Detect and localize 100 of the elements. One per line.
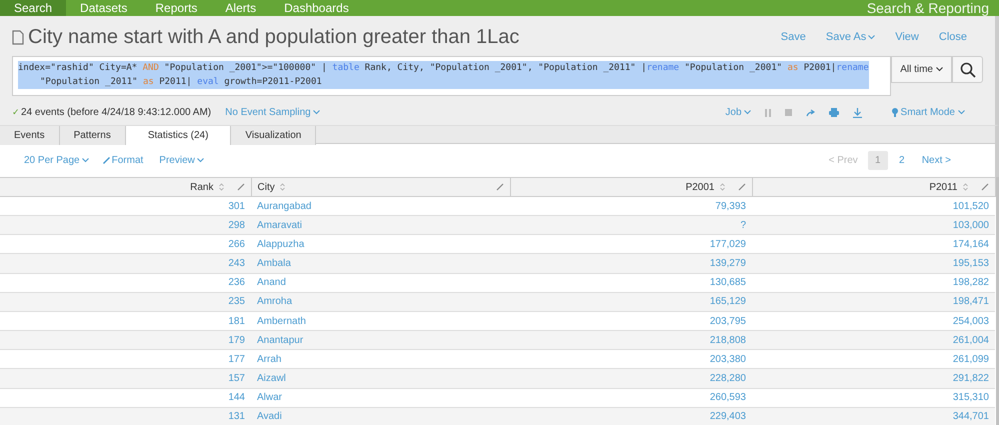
page-link[interactable]: 2 — [892, 151, 912, 170]
table-cell: ? — [510, 216, 752, 235]
format-button[interactable]: Format — [102, 153, 144, 168]
query-line: "Population _2011" as P2011| eval growth=P2011-P2001 — [39, 76, 323, 89]
result-tab[interactable]: Patterns — [60, 126, 126, 145]
pause-icon[interactable] — [764, 108, 771, 116]
caret-icon — [312, 110, 320, 115]
table-cell[interactable]: Amaravati — [251, 216, 510, 235]
table-cell: 198,282 — [752, 273, 995, 292]
table-cell: 177 — [0, 350, 251, 369]
event-summary: 24 events (before 4/24/18 9:43:12.000 AM) — [21, 106, 212, 120]
table-cell: 344,701 — [752, 407, 995, 425]
caret-icon — [196, 158, 204, 163]
page-link[interactable]: 1 — [868, 151, 888, 170]
table-cell: 261,004 — [752, 330, 995, 350]
nav-tab[interactable]: Search — [0, 0, 66, 16]
table-cell[interactable]: Aurangabad — [251, 196, 510, 216]
table-cell: 139,279 — [510, 254, 752, 274]
table-cell[interactable]: Anand — [251, 273, 510, 292]
table-cell[interactable]: Ambernath — [251, 311, 510, 331]
stop-icon[interactable] — [784, 109, 792, 116]
table-cell[interactable]: Aizawl — [251, 368, 510, 388]
job-menu[interactable]: Job — [725, 105, 751, 120]
table-cell[interactable]: Amroha — [251, 292, 510, 312]
next-page-link[interactable]: Next > — [916, 153, 957, 168]
nav-tab[interactable]: Dashboards — [270, 0, 363, 16]
action-link[interactable]: View — [895, 28, 919, 46]
table-cell: 157 — [0, 368, 251, 388]
table-cell: 254,003 — [752, 311, 995, 331]
sampling-dropdown[interactable]: No Event Sampling — [225, 105, 320, 120]
column-header[interactable]: P2011 — [929, 180, 958, 194]
table-cell: 236 — [0, 273, 251, 292]
print-icon[interactable] — [828, 108, 839, 117]
table-cell: 130,685 — [510, 273, 752, 292]
column-header[interactable]: P2001 — [686, 180, 714, 194]
table-cell: 103,000 — [752, 216, 995, 235]
table-cell[interactable]: Alappuzha — [251, 234, 510, 254]
action-link[interactable]: Close — [938, 28, 967, 46]
search-query-field[interactable] — [12, 56, 892, 96]
nav-tab[interactable]: Alerts — [211, 0, 270, 16]
table-cell: 229,403 — [510, 407, 752, 425]
table-cell: 165,129 — [510, 292, 752, 312]
action-link[interactable]: Save — [780, 28, 806, 46]
table-cell: 181 — [0, 311, 251, 331]
time-range-picker[interactable]: All time — [891, 56, 952, 83]
search-mode-menu[interactable]: Smart Mode — [892, 105, 965, 120]
table-cell: 243 — [0, 254, 251, 274]
table-cell: 260,593 — [510, 388, 752, 408]
table-cell: 235 — [0, 292, 251, 312]
check-icon: ✓ — [12, 106, 20, 120]
table-cell: 101,520 — [752, 196, 995, 216]
table-cell: 291,822 — [752, 368, 995, 388]
share-icon[interactable] — [806, 108, 815, 116]
table-cell: 179 — [0, 330, 251, 350]
table-cell[interactable]: Alwar — [251, 388, 510, 408]
table-cell: 195,153 — [752, 254, 995, 274]
document-icon — [12, 30, 24, 44]
table-cell[interactable]: Ambala — [251, 254, 510, 274]
caret-icon — [82, 158, 89, 163]
nav-tab[interactable]: Datasets — [66, 0, 142, 16]
table-cell: 198,471 — [752, 292, 995, 312]
table-cell: 203,795 — [510, 311, 752, 331]
pencil-icon — [102, 157, 110, 164]
pencil-icon[interactable] — [980, 183, 988, 191]
bulb-icon — [892, 108, 898, 117]
table-cell: 315,310 — [752, 388, 995, 408]
per-page-dropdown[interactable]: 20 Per Page — [24, 153, 89, 168]
table-cell: 177,029 — [510, 234, 752, 254]
result-tab[interactable]: Visualization — [231, 126, 316, 145]
preview-dropdown[interactable]: Preview — [159, 153, 204, 168]
result-tab[interactable]: Events — [0, 126, 60, 145]
search-icon — [960, 62, 976, 78]
result-tab[interactable]: Statistics (24) — [126, 126, 232, 145]
pencil-icon[interactable] — [236, 183, 244, 191]
nav-tab[interactable]: Reports — [141, 0, 212, 16]
pencil-icon[interactable] — [496, 183, 504, 191]
column-header[interactable]: City — [258, 180, 275, 194]
caret-icon — [936, 67, 943, 72]
app-title: Search & Reporting — [866, 0, 990, 16]
sort-icon[interactable] — [720, 183, 724, 191]
sort-icon[interactable] — [218, 183, 224, 191]
column-header[interactable]: Rank — [190, 180, 214, 194]
table-cell: 218,808 — [510, 330, 752, 350]
table-cell: 261,099 — [752, 350, 995, 369]
save-as-dropdown[interactable]: Save As — [826, 28, 876, 46]
scrollbar[interactable] — [996, 177, 999, 425]
table-cell: 266 — [0, 234, 251, 254]
download-icon[interactable] — [852, 108, 862, 118]
sort-icon[interactable] — [280, 183, 285, 191]
prev-page-link[interactable]: < Prev — [822, 153, 864, 168]
table-cell[interactable]: Avadi — [251, 407, 510, 425]
table-cell: 174,164 — [752, 234, 995, 254]
table-cell[interactable]: Anantapur — [251, 330, 510, 350]
table-cell: 131 — [0, 407, 251, 425]
sort-icon[interactable] — [962, 183, 968, 191]
pencil-icon[interactable] — [738, 183, 746, 191]
table-cell[interactable]: Arrah — [251, 350, 510, 369]
table-cell: 79,393 — [510, 196, 752, 216]
caret-icon — [958, 110, 965, 115]
search-button[interactable] — [952, 56, 983, 83]
